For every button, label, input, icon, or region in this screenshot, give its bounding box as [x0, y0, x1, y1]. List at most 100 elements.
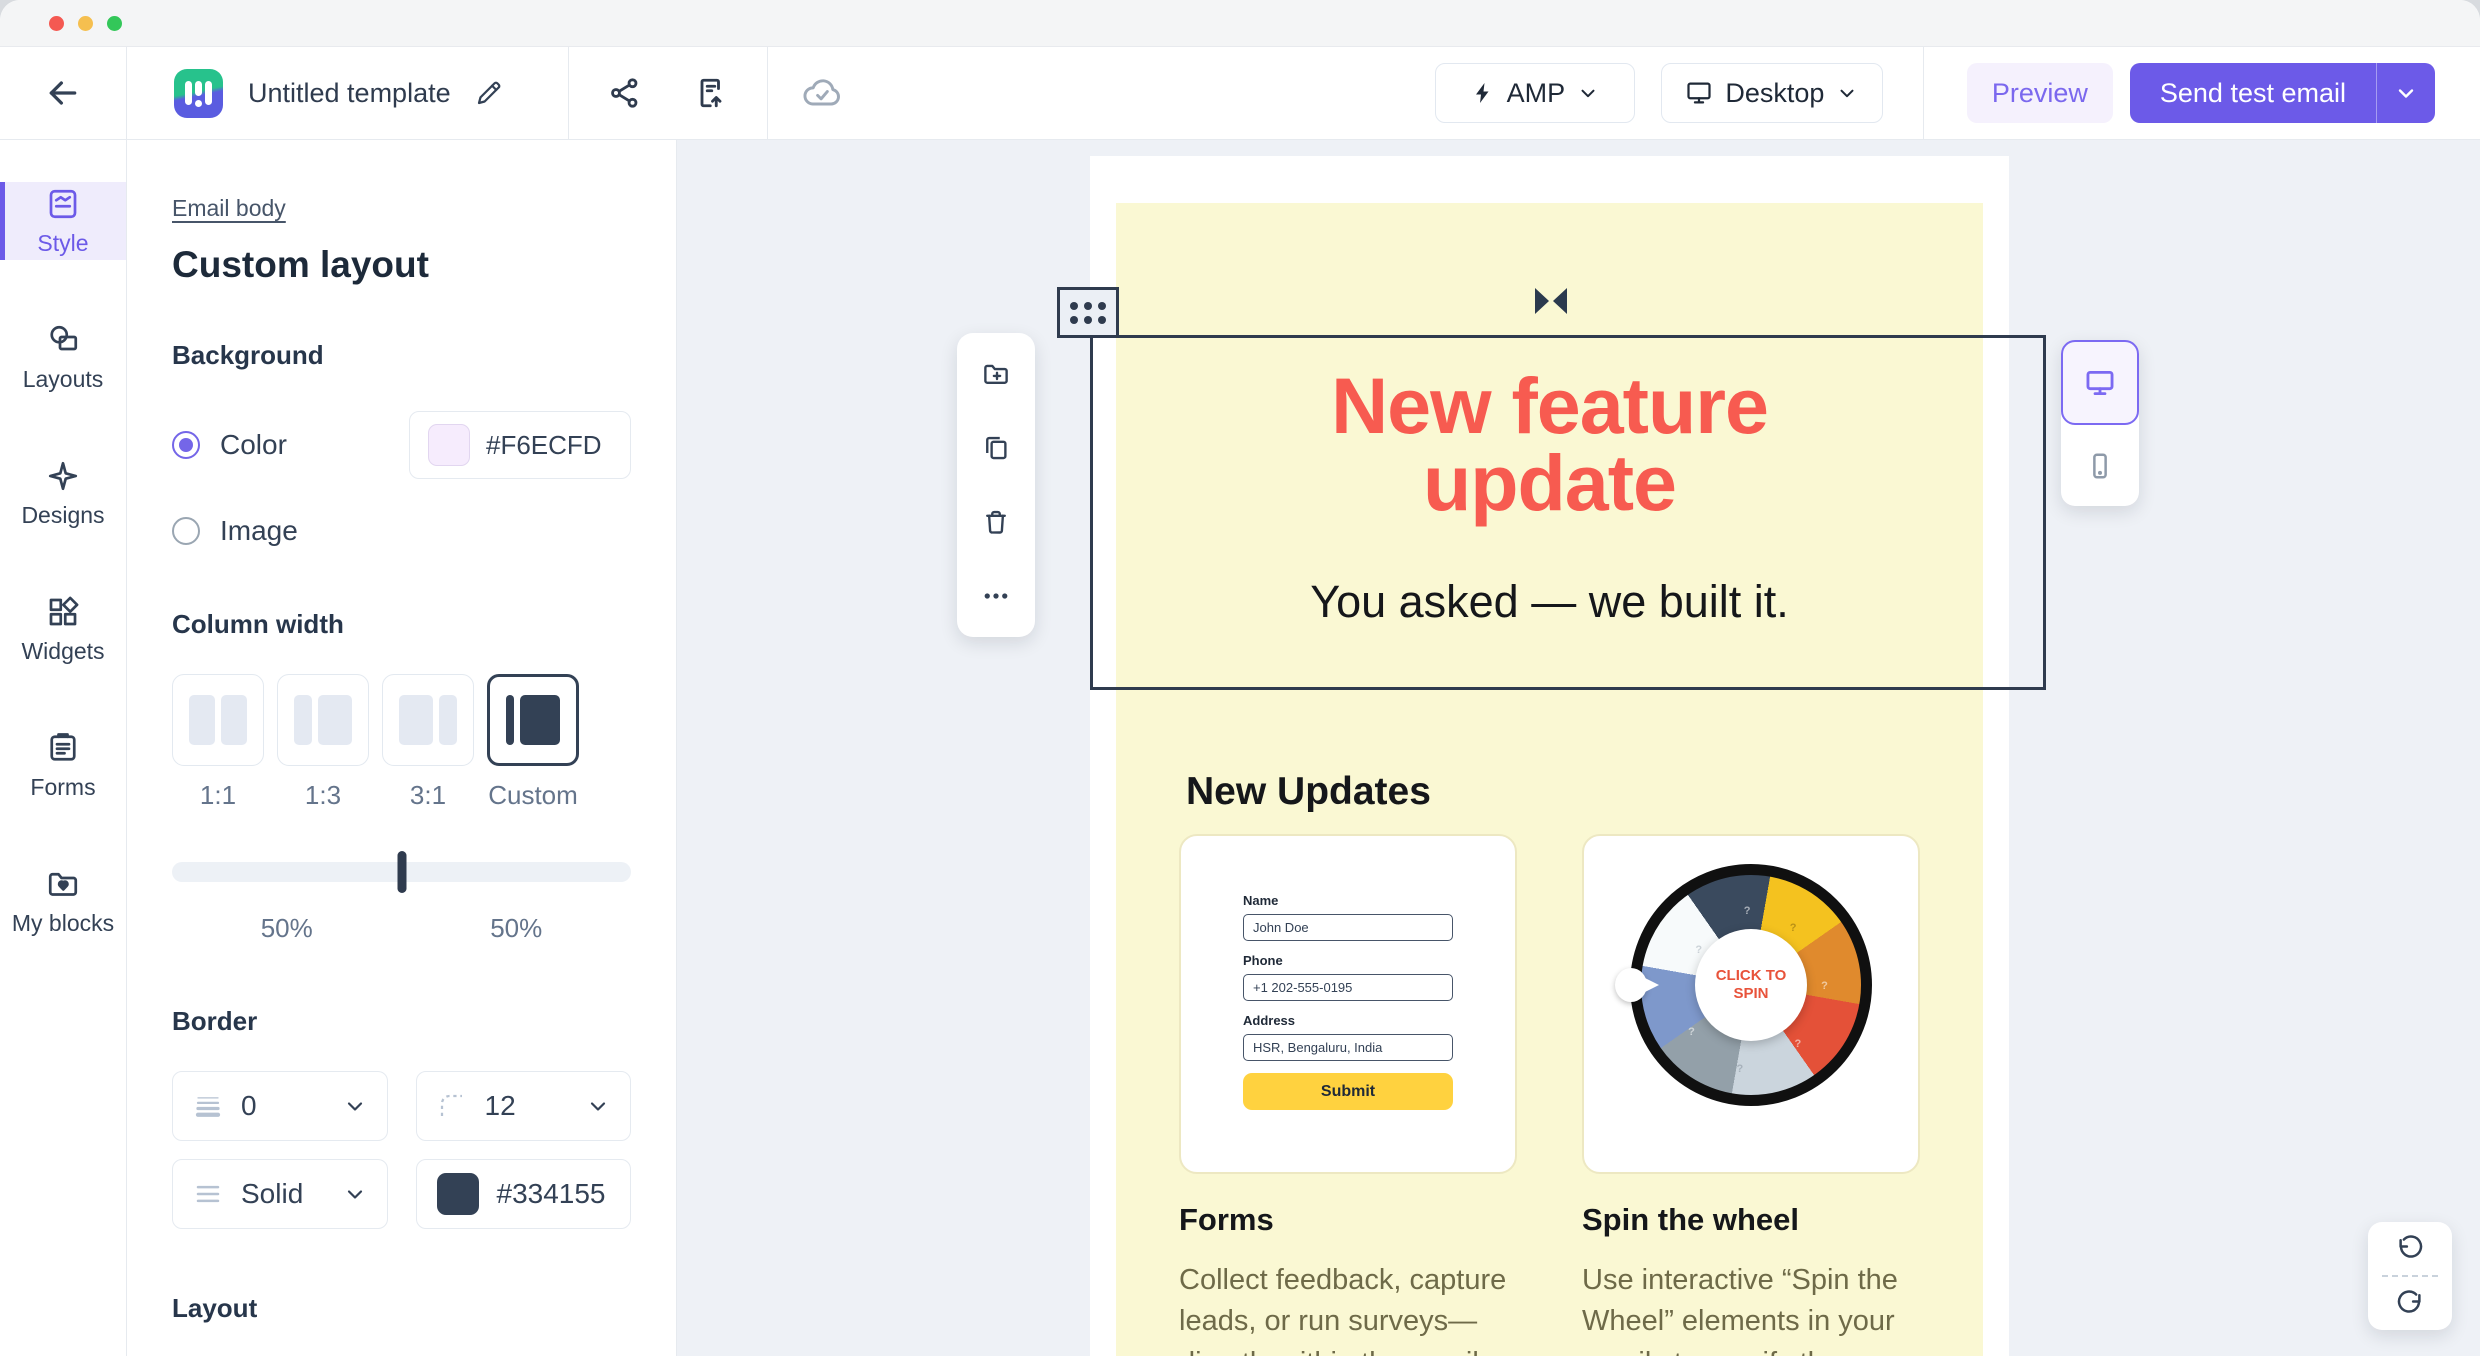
radio-unselected-icon	[172, 517, 200, 545]
history-panel	[2368, 1222, 2452, 1330]
back-button[interactable]	[0, 47, 127, 139]
wheel-hint: ?	[1790, 922, 1797, 934]
redo-icon	[2395, 1289, 2425, 1319]
collapse-block-control[interactable]	[1533, 286, 1569, 321]
send-test-email-button[interactable]: Send test email	[2130, 63, 2435, 123]
slider-handle[interactable]	[397, 851, 406, 893]
style-icon	[45, 186, 81, 222]
border-style-dropdown[interactable]: Solid	[172, 1159, 388, 1229]
column-option-1-3[interactable]	[277, 674, 369, 766]
cloud-saved-icon	[800, 71, 844, 115]
background-color-radio[interactable]: Color	[172, 429, 287, 461]
wheel-hint: ?	[1688, 1026, 1695, 1038]
rail-item-label: Widgets	[21, 638, 104, 665]
duplicate-block-button[interactable]	[981, 433, 1011, 463]
border-color-value: #334155	[497, 1178, 606, 1210]
border-radius-dropdown[interactable]: 12	[416, 1071, 632, 1141]
canvas-device-toggle	[2061, 340, 2139, 506]
border-width-value: 0	[241, 1090, 257, 1122]
device-mode-dropdown[interactable]: Desktop	[1661, 63, 1883, 123]
spin-wheel[interactable]: ? ? ? ? ? ? ? CLICK TO SPIN	[1630, 864, 1872, 1106]
macos-titlebar	[0, 0, 2480, 47]
file-export-icon	[693, 75, 729, 111]
rail-item-widgets[interactable]: Widgets	[0, 590, 126, 668]
style-panel: Email body Custom layout Background Colo…	[127, 140, 677, 1356]
rail-item-my-blocks[interactable]: My blocks	[0, 862, 126, 940]
desktop-icon	[2083, 366, 2117, 400]
column-width-slider[interactable]	[172, 851, 631, 893]
background-image-radio[interactable]: Image	[172, 515, 631, 547]
rail-item-style[interactable]: Style	[0, 182, 126, 260]
rail-item-label: Layouts	[23, 366, 104, 393]
embedded-form: Name John Doe Phone +1 202-555-0195 Addr…	[1243, 893, 1453, 1110]
undo-button[interactable]	[2368, 1222, 2452, 1275]
breadcrumb-email-body[interactable]: Email body	[172, 195, 286, 222]
rename-button[interactable]	[474, 78, 504, 108]
chevron-down-icon	[2394, 81, 2418, 105]
collapse-icon	[1533, 286, 1569, 316]
border-width-dropdown[interactable]: 0	[172, 1071, 388, 1141]
card-title: Forms	[1179, 1202, 1517, 1238]
email-content-block[interactable]: New feature update You asked — we built …	[1116, 203, 1983, 1356]
wheel-hint: ?	[1695, 944, 1702, 956]
wheel-pointer	[1615, 968, 1649, 1002]
email-subheadline[interactable]: You asked — we built it.	[1116, 576, 1983, 628]
more-options-button[interactable]	[981, 581, 1011, 611]
column-option-1-1[interactable]	[172, 674, 264, 766]
form-field-input[interactable]: HSR, Bengaluru, India	[1243, 1034, 1453, 1061]
border-radius-value: 12	[485, 1090, 516, 1122]
share-button[interactable]	[607, 75, 643, 111]
close-window-button[interactable]	[49, 16, 64, 31]
background-color-option-label: Color	[220, 429, 287, 461]
rail-item-layouts[interactable]: Layouts	[0, 318, 126, 396]
click-to-spin-button[interactable]: CLICK TO SPIN	[1695, 929, 1807, 1041]
wheel-hint: ?	[1795, 1038, 1802, 1050]
left-column-percent: 50%	[172, 913, 402, 944]
card-text-spin-wheel[interactable]: Spin the wheel Use interactive “Spin the…	[1582, 1202, 1920, 1356]
device-mode-label: Desktop	[1725, 78, 1824, 109]
rail-item-forms[interactable]: Forms	[0, 726, 126, 804]
email-headline[interactable]: New feature update	[1220, 368, 1880, 521]
send-test-email-label[interactable]: Send test email	[2130, 63, 2376, 123]
autosave-status	[800, 71, 844, 115]
border-heading: Border	[172, 1006, 631, 1037]
form-field-input[interactable]: +1 202-555-0195	[1243, 974, 1453, 1001]
mobile-view-button[interactable]	[2061, 425, 2139, 506]
header-divider	[767, 47, 768, 140]
chevron-down-icon	[1577, 82, 1599, 104]
mobile-icon	[2085, 451, 2115, 481]
format-mode-dropdown[interactable]: AMP	[1435, 63, 1635, 123]
form-field-label: Name	[1243, 893, 1453, 908]
rail-item-designs[interactable]: Designs	[0, 454, 126, 532]
column-option-label: 3:1	[410, 780, 446, 811]
wheel-hint: ?	[1744, 905, 1751, 917]
editor-canvas[interactable]: New feature update You asked — we built …	[677, 140, 2480, 1356]
border-color-field[interactable]: #334155	[416, 1159, 632, 1229]
delete-block-button[interactable]	[981, 507, 1011, 537]
radio-selected-icon	[172, 431, 200, 459]
form-card[interactable]: Name John Doe Phone +1 202-555-0195 Addr…	[1179, 834, 1517, 1174]
preview-button[interactable]: Preview	[1967, 63, 2113, 123]
redo-button[interactable]	[2368, 1277, 2452, 1330]
maximize-window-button[interactable]	[107, 16, 122, 31]
app-window: Untitled template AMP Desktop	[0, 0, 2480, 1356]
column-option-custom[interactable]	[487, 674, 579, 766]
send-options-caret[interactable]	[2377, 63, 2435, 123]
form-field-input[interactable]: John Doe	[1243, 914, 1453, 941]
spin-wheel-card[interactable]: ? ? ? ? ? ? ? CLICK TO SPIN	[1582, 834, 1920, 1174]
border-color-swatch	[437, 1173, 479, 1215]
designs-icon	[45, 458, 81, 494]
minimize-window-button[interactable]	[78, 16, 93, 31]
background-color-value: #F6ECFD	[486, 430, 602, 461]
export-template-button[interactable]	[693, 75, 729, 111]
form-submit-button[interactable]: Submit	[1243, 1073, 1453, 1110]
background-color-field[interactable]: #F6ECFD	[409, 411, 631, 479]
desktop-view-button[interactable]	[2061, 340, 2139, 425]
card-text-forms[interactable]: Forms Collect feedback, capture leads, o…	[1179, 1202, 1517, 1356]
email-section-title[interactable]: New Updates	[1186, 770, 1920, 814]
block-drag-handle[interactable]	[1057, 287, 1119, 338]
email-body[interactable]: New feature update You asked — we built …	[1090, 156, 2009, 1356]
folder-plus-icon	[981, 359, 1011, 389]
column-option-3-1[interactable]	[382, 674, 474, 766]
save-to-blocks-button[interactable]	[981, 359, 1011, 389]
